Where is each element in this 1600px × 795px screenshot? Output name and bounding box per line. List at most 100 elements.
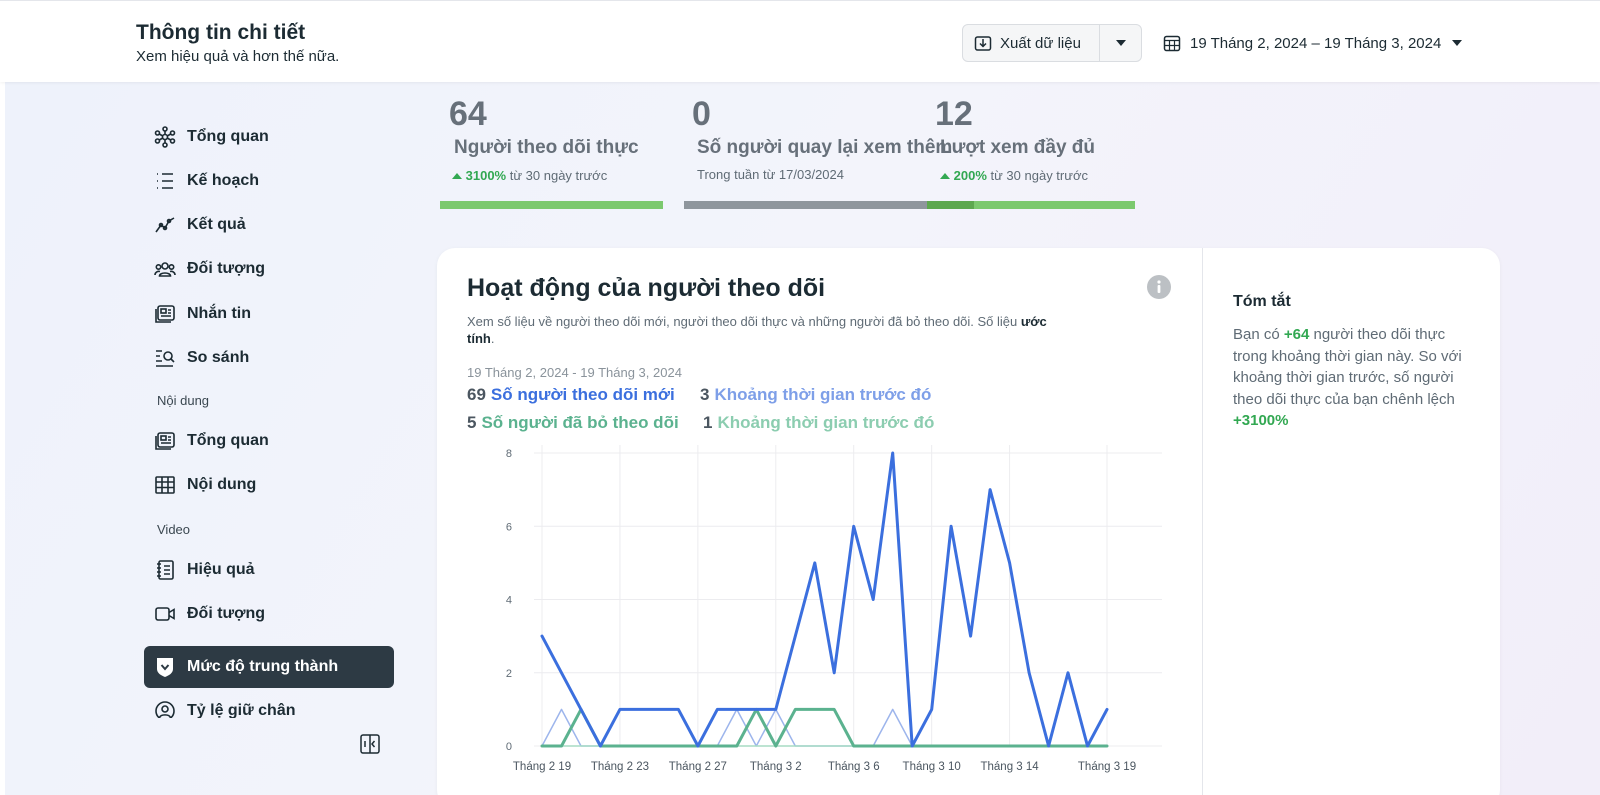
page-subtitle: Xem hiệu quả và hơn thế nữa. bbox=[136, 48, 340, 65]
y-tick-label: 0 bbox=[506, 741, 512, 753]
network-icon bbox=[154, 126, 176, 148]
metric-full-views: 12 Lượt xem đầy đủ 200% từ 30 ngày trước bbox=[935, 95, 1095, 183]
sidebar-item-plan[interactable]: Kế hoạch bbox=[144, 160, 394, 202]
user-circle-icon bbox=[154, 700, 176, 718]
export-data-label: Xuất dữ liệu bbox=[1000, 34, 1081, 52]
people-icon bbox=[154, 258, 176, 280]
message-icon bbox=[154, 303, 176, 325]
y-tick-label: 2 bbox=[506, 668, 512, 680]
sidebar-item-overview[interactable]: Tổng quan bbox=[144, 116, 394, 158]
export-dropdown-button[interactable] bbox=[1100, 25, 1141, 61]
sidebar-item-label: Tổng quan bbox=[187, 128, 269, 145]
metric-subtext: Trong tuần từ 17/03/2024 bbox=[697, 167, 844, 182]
metric-change-suffix: từ 30 ngày trước bbox=[990, 168, 1088, 183]
card-title: Hoạt động của người theo dõi bbox=[467, 274, 826, 302]
metric-bar-full-views-overlap bbox=[927, 201, 974, 209]
x-tick-label: Tháng 3 19 bbox=[1078, 761, 1136, 773]
metric-bar-real-followers bbox=[440, 201, 663, 209]
follower-activity-chart: 0 2 4 6 8 Tháng 2 19 Tháng 2 23 Tháng 2 27 Tháng… bbox=[506, 445, 1162, 773]
metric-change: 3100% từ 30 ngày trước bbox=[452, 168, 607, 183]
x-tick-label: Tháng 2 27 bbox=[669, 761, 727, 773]
sidebar-item-messages[interactable]: Nhắn tin bbox=[144, 293, 394, 335]
x-tick-label: Tháng 3 2 bbox=[750, 761, 802, 773]
sidebar-item-label: Đối tượng bbox=[187, 260, 266, 277]
sidebar-item-compare[interactable]: So sánh bbox=[144, 337, 394, 379]
calendar-icon bbox=[1163, 35, 1181, 52]
export-button-group: Xuất dữ liệu bbox=[962, 24, 1142, 62]
y-tick-label: 8 bbox=[506, 448, 512, 460]
series-line bbox=[540, 707, 1109, 748]
caret-down-icon bbox=[1115, 40, 1126, 46]
card-divider bbox=[1202, 248, 1203, 795]
sidebar-item-content[interactable]: Nội dung bbox=[144, 464, 394, 506]
sidebar-item-retention[interactable]: Tỷ lệ giữ chân bbox=[144, 690, 394, 718]
date-range-picker[interactable]: 19 Tháng 2, 2024 – 19 Tháng 3, 2024 bbox=[1163, 29, 1463, 57]
summary-text: Bạn có +64 người theo dõi thực trong kho… bbox=[1233, 326, 1462, 429]
content-overview-icon bbox=[154, 430, 176, 452]
up-arrow-icon bbox=[452, 173, 462, 179]
y-tick-label: 6 bbox=[506, 521, 512, 533]
summary-title: Tóm tắt bbox=[1233, 293, 1291, 310]
sidebar-item-label: Mức độ trung thành bbox=[187, 658, 339, 675]
y-tick-label: 4 bbox=[506, 595, 512, 607]
x-tick-label: Tháng 3 10 bbox=[903, 761, 961, 773]
notebook-icon bbox=[154, 559, 176, 581]
section-label-video: Video bbox=[157, 522, 191, 537]
legend-new-followers-previous: 3 Khoảng thời gian trước đó bbox=[700, 385, 932, 404]
sidebar-item-label: Kế hoạch bbox=[187, 172, 260, 189]
x-tick-label: Tháng 3 14 bbox=[980, 761, 1039, 773]
series-line bbox=[541, 708, 1108, 747]
sidebar-item-performance[interactable]: Hiệu quả bbox=[144, 549, 394, 591]
metric-label: Số người quay lại xem thêm bbox=[697, 137, 953, 158]
x-tick-label: Tháng 2 19 bbox=[513, 761, 571, 773]
metric-change-suffix: từ 30 ngày trước bbox=[509, 168, 608, 183]
legend-new-followers: 69 Số người theo dõi mới bbox=[467, 385, 675, 404]
sidebar-item-label: So sánh bbox=[187, 349, 250, 366]
badge-icon bbox=[154, 656, 176, 678]
sidebar-item-results[interactable]: Kết quả bbox=[144, 204, 394, 246]
compare-icon bbox=[154, 347, 176, 369]
sidebar-item-label: Kết quả bbox=[187, 216, 246, 233]
sidebar-item-label: Nội dung bbox=[187, 476, 257, 493]
table-icon bbox=[154, 474, 176, 496]
sidebar-item-label: Tỷ lệ giữ chân bbox=[187, 702, 296, 718]
section-label-content: Nội dung bbox=[157, 393, 210, 408]
sidebar-item-label: Tổng quan bbox=[187, 432, 269, 449]
info-icon[interactable] bbox=[1147, 275, 1171, 299]
summary-highlight-pct: +3100% bbox=[1233, 412, 1289, 429]
sidebar-item-label: Hiệu quả bbox=[187, 561, 255, 578]
download-icon bbox=[974, 36, 992, 51]
metric-value: 0 bbox=[692, 95, 711, 133]
top-bar: Thông tin chi tiết Xem hiệu quả và hơn t… bbox=[0, 0, 1600, 82]
metric-bar-returning-viewers bbox=[684, 201, 927, 209]
sidebar-item-content-overview[interactable]: Tổng quan bbox=[144, 420, 394, 462]
metric-label: Lượt xem đầy đủ bbox=[940, 137, 1096, 158]
sidebar-item-audience[interactable]: Đối tượng bbox=[144, 248, 394, 290]
sidebar-item-loyalty[interactable]: Mức độ trung thành bbox=[144, 646, 394, 688]
metric-label: Người theo dõi thực bbox=[454, 137, 639, 158]
metric-value: 64 bbox=[449, 95, 487, 133]
chart-date-range: 19 Tháng 2, 2024 - 19 Tháng 3, 2024 bbox=[467, 365, 682, 380]
x-tick-label: Tháng 3 6 bbox=[828, 761, 880, 773]
metric-change-pct: 3100% bbox=[465, 168, 507, 183]
metric-change: 200% từ 30 ngày trước bbox=[940, 168, 1088, 183]
metric-returning-viewers: 0 Số người quay lại xem thêm Trong tuần … bbox=[692, 95, 952, 182]
page-title: Thông tin chi tiết bbox=[136, 21, 306, 44]
sidebar: Tổng quan Kế hoạch Kết quả Đối tượng Nhắ… bbox=[0, 82, 420, 718]
metric-value: 12 bbox=[935, 95, 973, 133]
sidebar-item-video-audience[interactable]: Đối tượng bbox=[144, 593, 394, 635]
metric-real-followers: 64 Người theo dõi thực 3100% từ 30 ngày … bbox=[449, 95, 639, 183]
collapse-sidebar-icon[interactable] bbox=[359, 733, 381, 755]
date-range-label: 19 Tháng 2, 2024 – 19 Tháng 3, 2024 bbox=[1190, 34, 1442, 52]
sidebar-item-label: Nhắn tin bbox=[187, 305, 251, 322]
trend-icon bbox=[154, 214, 176, 236]
metric-bar-full-views bbox=[974, 201, 1135, 209]
sidebar-item-label: Đối tượng bbox=[187, 605, 266, 622]
summary-highlight-count: +64 bbox=[1283, 326, 1310, 343]
legend-unfollows: 5 Số người đã bỏ theo dõi bbox=[467, 413, 679, 432]
up-arrow-icon bbox=[940, 173, 950, 179]
metric-change-pct: 200% bbox=[953, 168, 987, 183]
export-data-button[interactable]: Xuất dữ liệu bbox=[963, 25, 1100, 61]
caret-down-icon bbox=[1452, 40, 1463, 46]
x-tick-label: Tháng 2 23 bbox=[591, 761, 649, 773]
